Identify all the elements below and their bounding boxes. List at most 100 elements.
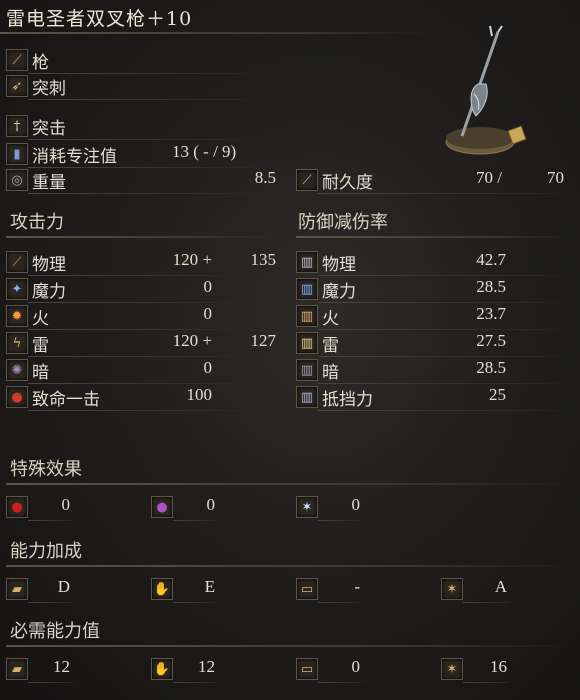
weapon-type-row: ⟋ 枪 — [6, 48, 266, 74]
fp-cost-row: ▮ 消耗专注值 13 ( - / 9) — [6, 142, 282, 168]
requirements-divider — [6, 645, 572, 647]
durability-label: 耐久度 — [322, 172, 373, 193]
row-underline — [318, 682, 366, 683]
attack-base-value: 0 — [203, 277, 213, 296]
physical-guard-icon: ▥ — [296, 251, 318, 273]
requirements-value: 0 — [351, 657, 361, 676]
effect-value: 0 — [61, 495, 71, 514]
requirements-value: 12 — [53, 657, 70, 676]
intelligence-icon: ▭ — [296, 578, 318, 600]
dexterity-icon: ✋ — [151, 578, 173, 600]
row-underline — [28, 193, 282, 194]
dark-guard-icon: ▥ — [296, 359, 318, 381]
defense-label: 魔力 — [322, 281, 356, 302]
defense-label: 抵挡力 — [322, 389, 373, 410]
durability-value: 70 / — [476, 168, 502, 187]
row-underline — [28, 410, 282, 411]
attack-label: 致命一击 — [32, 389, 100, 410]
scaling-item: ▰ D — [6, 577, 76, 603]
bleed-icon: ● — [6, 496, 28, 518]
defense-heading: 防御减伤率 — [298, 212, 388, 233]
fire-guard-icon: ▥ — [296, 305, 318, 327]
scaling-heading: 能力加成 — [10, 541, 82, 562]
weapon-type-label: 枪 — [32, 52, 49, 73]
physical-icon: ⟋ — [6, 251, 28, 273]
defense-label: 物理 — [322, 254, 356, 275]
skill-icon: † — [6, 115, 28, 137]
weight-row: ◎ 重量 8.5 — [6, 168, 282, 194]
scaling-value: D — [57, 577, 70, 596]
weapon-title: 雷电圣者双叉枪＋10 — [6, 8, 193, 30]
attack-row: ● 致命一击 100 — [6, 385, 282, 411]
defense-value: 27.5 — [476, 331, 506, 350]
attack-base-value: 0 — [203, 304, 213, 323]
requirements-item: ✶ 16 — [441, 657, 513, 683]
scaling-value: - — [354, 577, 360, 596]
defense-label: 暗 — [322, 362, 339, 383]
weight-icon: ◎ — [6, 169, 28, 191]
effects-divider — [6, 483, 572, 485]
defense-row: ▥ 暗 28.5 — [296, 358, 572, 384]
attack-row: ✹ 火 0 — [6, 304, 282, 330]
row-underline — [28, 99, 266, 100]
faith-icon: ✶ — [441, 578, 463, 600]
attack-label: 物理 — [32, 254, 66, 275]
row-underline — [28, 356, 282, 357]
requirements-item: ▰ 12 — [6, 657, 76, 683]
defense-divider — [296, 236, 572, 238]
attack-label: 雷 — [32, 335, 49, 356]
attack-type-label: 突刺 — [32, 78, 66, 99]
row-underline — [318, 410, 572, 411]
defense-label: 火 — [322, 308, 339, 329]
dark-icon: ✺ — [6, 359, 28, 381]
attack-label: 魔力 — [32, 281, 66, 302]
strength-icon: ▰ — [6, 658, 28, 680]
attack-divider — [6, 236, 276, 238]
strength-icon: ▰ — [6, 578, 28, 600]
attack-base-value: 120 + — [172, 331, 212, 350]
row-underline — [463, 682, 513, 683]
defense-value: 23.7 — [476, 304, 506, 323]
scaling-value: E — [204, 577, 215, 596]
attack-label: 暗 — [32, 362, 49, 383]
lightning-guard-icon: ▥ — [296, 332, 318, 354]
defense-label: 雷 — [322, 335, 339, 356]
magic-guard-icon: ▥ — [296, 278, 318, 300]
attack-row: ✺ 暗 0 — [6, 358, 282, 384]
defense-value: 28.5 — [476, 358, 506, 377]
weapon-image — [445, 25, 527, 155]
row-underline — [318, 275, 572, 276]
defense-value: 25 — [489, 385, 506, 404]
row-underline — [28, 520, 76, 521]
spear-type-icon: ⟋ — [6, 49, 28, 71]
fp-cost-label: 消耗专注值 — [32, 146, 117, 167]
defense-row: ▥ 雷 27.5 — [296, 331, 572, 357]
intelligence-icon: ▭ — [296, 658, 318, 680]
scaling-item: ✶ A — [441, 577, 513, 603]
attack-type-row: ➶ 突刺 — [6, 74, 266, 100]
requirements-item: ▭ 0 — [296, 657, 366, 683]
requirements-value: 16 — [490, 657, 507, 676]
critical-icon: ● — [6, 386, 28, 408]
attack-row: ϟ 雷 120 + 127 — [6, 331, 282, 357]
magic-icon: ✦ — [6, 278, 28, 300]
weapon-stats-panel: 雷电圣者双叉枪＋10 ⟋ 枪 ➶ 突刺 † 突击 ▮ 消耗专注值 13 ( - … — [0, 0, 580, 700]
defense-value: 42.7 — [476, 250, 506, 269]
faith-icon: ✶ — [441, 658, 463, 680]
skill-label: 突击 — [32, 118, 66, 139]
row-underline — [318, 356, 572, 357]
defense-row: ▥ 物理 42.7 — [296, 250, 572, 276]
title-divider — [0, 32, 430, 34]
defense-value: 28.5 — [476, 277, 506, 296]
attack-row: ✦ 魔力 0 — [6, 277, 282, 303]
scaling-value: A — [494, 577, 507, 596]
row-underline — [28, 329, 282, 330]
row-underline — [173, 682, 221, 683]
row-underline — [28, 682, 76, 683]
attack-label: 火 — [32, 308, 49, 329]
frost-icon: ✶ — [296, 496, 318, 518]
row-underline — [318, 520, 366, 521]
requirements-value: 12 — [198, 657, 215, 676]
row-underline — [28, 275, 282, 276]
fire-icon: ✹ — [6, 305, 28, 327]
